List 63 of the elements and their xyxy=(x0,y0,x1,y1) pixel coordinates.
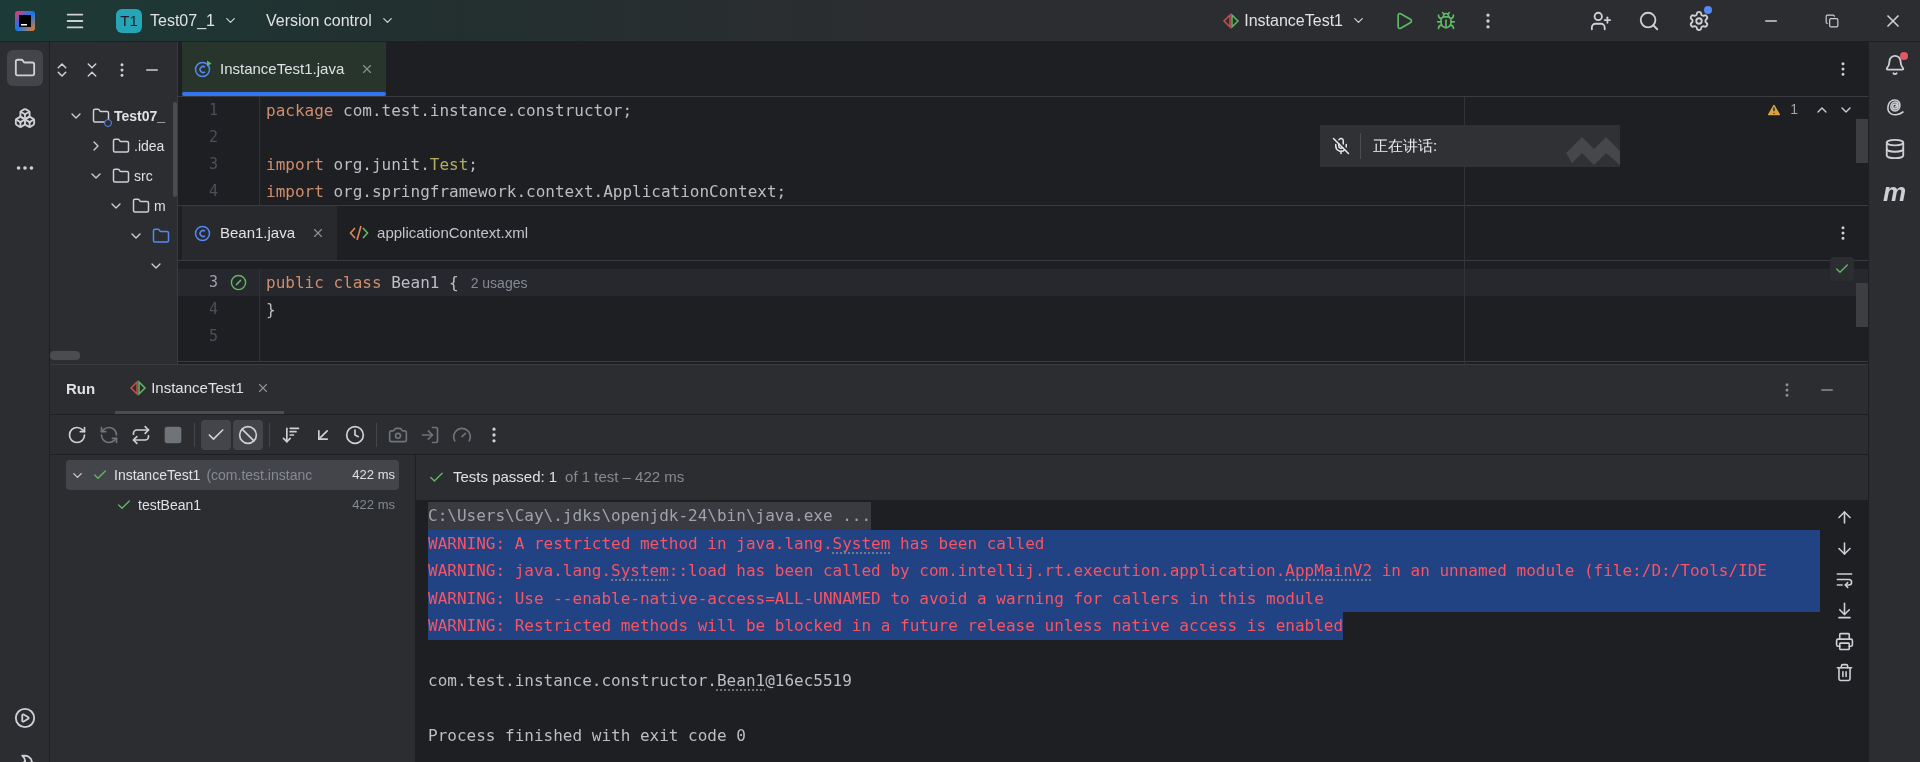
bell-icon[interactable] xyxy=(1883,54,1906,76)
maven-button[interactable]: m xyxy=(1882,180,1907,204)
bug-icon[interactable] xyxy=(1436,10,1456,31)
soft-wrap-icon[interactable] xyxy=(1834,570,1854,589)
code-line: public class Bean1 { 2 usages xyxy=(266,271,528,294)
mic-off-icon[interactable] xyxy=(1332,137,1350,155)
code-line: } xyxy=(266,298,276,321)
scrollbar[interactable] xyxy=(1856,283,1868,327)
ban-icon[interactable] xyxy=(233,419,263,450)
code-line: package com.test.instance.constructor; xyxy=(266,99,633,122)
panel-title: Run xyxy=(66,379,96,400)
print-icon[interactable] xyxy=(1834,632,1854,651)
project-badge: T1 xyxy=(116,8,142,33)
console-link[interactable]: Bean1 xyxy=(717,671,766,690)
test-icon xyxy=(129,380,148,396)
project-tree-item[interactable]: src xyxy=(134,165,153,187)
console-line: Process finished with exit code 0 xyxy=(428,725,746,747)
console-line: com.test.instance.constructor.Bean1@16ec5519 xyxy=(428,670,852,692)
logo-icon[interactable] xyxy=(15,10,35,31)
code-line: import org.junit.Test; xyxy=(266,153,478,176)
add-user-icon[interactable] xyxy=(1590,9,1612,32)
scrollbar[interactable] xyxy=(173,102,177,197)
module-folder-icon xyxy=(92,107,110,125)
editor-tab[interactable]: Bean1.java xyxy=(182,206,338,260)
folder-icon[interactable] xyxy=(6,50,43,86)
test-tree-item[interactable]: testBean1 422 ms xyxy=(66,490,399,520)
run-icon[interactable] xyxy=(1394,10,1414,31)
database-icon[interactable] xyxy=(1883,138,1906,160)
warning-icon[interactable] xyxy=(1766,101,1783,118)
line-number: 3 xyxy=(207,272,218,294)
warning-count[interactable]: 1 xyxy=(1790,99,1798,120)
xml-file-icon xyxy=(349,224,370,242)
test-icon xyxy=(1222,12,1241,29)
restore-icon[interactable] xyxy=(1825,13,1839,28)
test-status-label: Tests passed: xyxy=(453,467,545,488)
run-tab[interactable]: InstanceTest1 xyxy=(115,365,284,414)
settings-icon[interactable] xyxy=(1688,9,1710,32)
circle-slash-icon[interactable] xyxy=(230,274,247,291)
speaking-label: 正在讲话: xyxy=(1373,135,1438,156)
editor-tab[interactable]: applicationContext.xml xyxy=(337,206,540,260)
run-config-selector[interactable]: InstanceTest1 xyxy=(1222,8,1366,33)
folder-icon xyxy=(112,137,130,155)
scrollbar[interactable] xyxy=(1856,119,1868,163)
test-status-detail: of 1 test – 422 ms xyxy=(565,467,685,488)
project-selector[interactable]: T1 Test07_1 xyxy=(116,8,238,33)
trash-icon[interactable] xyxy=(1834,663,1854,682)
search-icon[interactable] xyxy=(1638,9,1660,32)
test-status-count: 1 xyxy=(548,467,558,488)
project-tree-item[interactable]: Test07_ xyxy=(114,105,166,127)
scrollbar[interactable] xyxy=(50,351,80,360)
class-test-icon xyxy=(194,60,212,78)
folder-icon xyxy=(132,197,150,215)
version-control-menu[interactable]: Version control xyxy=(265,8,395,33)
folder-icon xyxy=(112,167,130,185)
package-folder-icon xyxy=(152,227,170,245)
test-tree-item[interactable]: InstanceTest1 (com.test.instanc 422 ms xyxy=(66,460,399,490)
check-icon[interactable] xyxy=(201,419,231,450)
code-line: import org.springframework.context.ApplicationContext; xyxy=(266,180,787,203)
class-icon xyxy=(194,224,212,242)
project-tree-item[interactable]: m xyxy=(154,195,166,217)
editor-tab[interactable]: InstanceTest1.java xyxy=(182,42,387,96)
project-tree-item[interactable]: .idea xyxy=(134,135,165,157)
check-icon[interactable] xyxy=(1830,257,1854,281)
